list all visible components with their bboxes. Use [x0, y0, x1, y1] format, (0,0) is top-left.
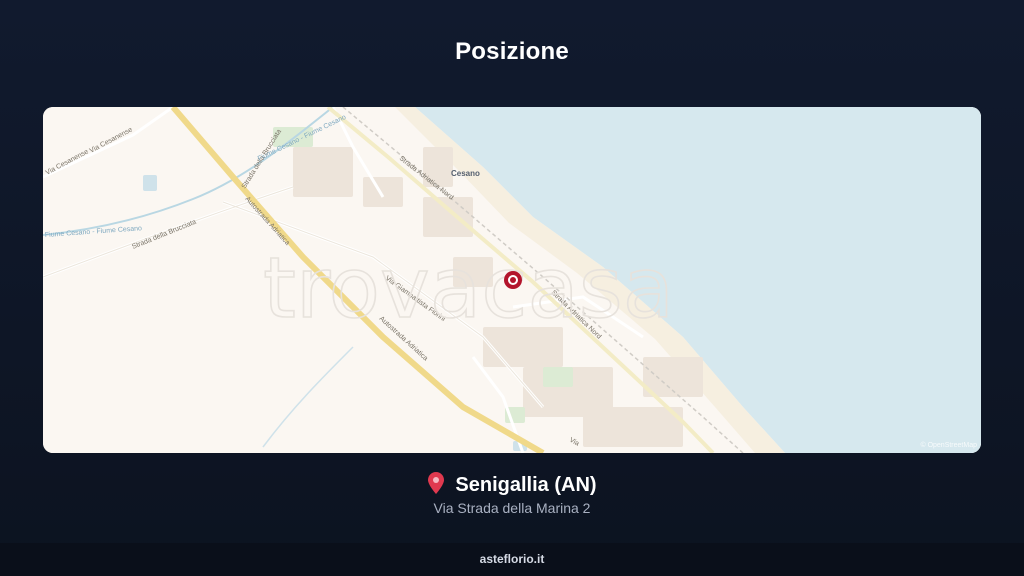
map-attribution[interactable]: © OpenStreetMap	[920, 441, 977, 449]
footer: asteflorio.it	[0, 543, 1024, 576]
label-town-cesano: Cesano	[451, 169, 480, 178]
map-pin-icon	[428, 472, 445, 494]
trovacasa-watermark: trovacasa	[263, 239, 674, 337]
location-heading: Senigallia (AN)	[0, 472, 1024, 497]
location-map[interactable]: Via Cesanense Via Cesanense Strada della…	[43, 107, 981, 453]
footer-site-link[interactable]: asteflorio.it	[480, 552, 545, 566]
location-address: Via Strada della Marina 2	[433, 500, 591, 516]
location-city: Senigallia (AN)	[455, 474, 597, 496]
location-marker-icon[interactable]	[504, 271, 522, 289]
page-title: Posizione	[455, 38, 569, 65]
map-canvas[interactable]: Via Cesanense Via Cesanense Strada della…	[43, 107, 981, 453]
